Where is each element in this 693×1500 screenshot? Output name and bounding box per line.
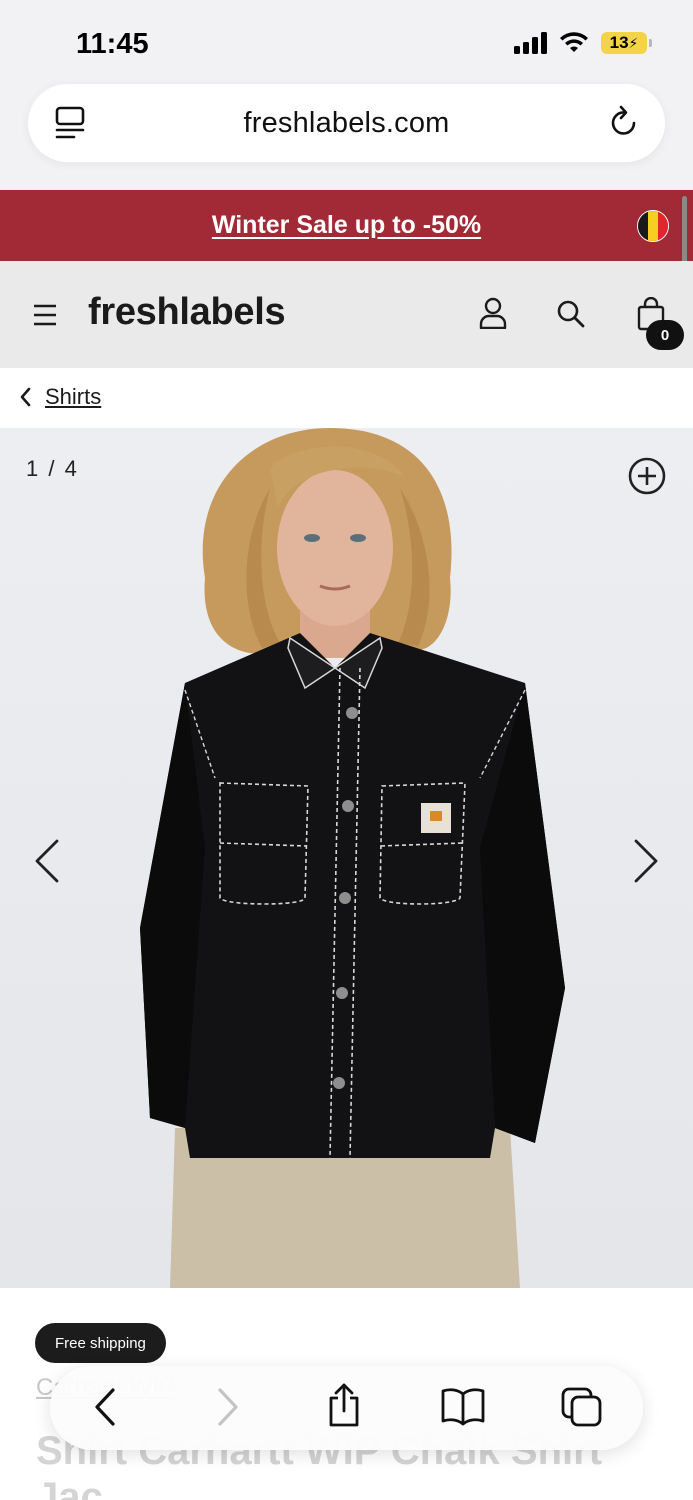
url-text: freshlabels.com (243, 106, 450, 139)
share-icon[interactable] (326, 1382, 362, 1428)
back-icon[interactable] (92, 1386, 118, 1428)
battery-level: 13 (609, 33, 629, 52)
zoom-plus-icon[interactable] (627, 456, 667, 496)
account-icon[interactable] (478, 297, 508, 329)
hamburger-menu-icon[interactable] (33, 303, 57, 327)
chevron-right-icon[interactable] (631, 838, 661, 884)
free-shipping-badge: Free shipping (35, 1323, 166, 1363)
status-indicators: 13 ⚡ (514, 32, 652, 54)
tabs-icon[interactable] (560, 1386, 604, 1428)
chevron-left-icon[interactable] (18, 386, 32, 408)
wifi-icon (560, 32, 588, 52)
promo-banner: Winter Sale up to -50% (0, 190, 693, 261)
belgium-flag-icon[interactable] (637, 210, 669, 242)
breadcrumb-shirts-link[interactable]: Shirts (45, 384, 101, 410)
battery-icon: 13 ⚡ (601, 32, 652, 54)
image-counter: 1 / 4 (26, 456, 79, 481)
promo-link[interactable]: Winter Sale up to -50% (212, 211, 481, 240)
reader-mode-icon[interactable] (54, 106, 86, 140)
breadcrumb: Shirts (0, 368, 693, 428)
forward-icon[interactable] (215, 1386, 241, 1428)
chevron-left-icon[interactable] (32, 838, 62, 884)
site-logo[interactable]: freshlabels (88, 291, 286, 334)
status-time: 11:45 (76, 28, 149, 60)
cellular-signal-icon (514, 32, 547, 54)
product-photo (140, 428, 565, 1288)
product-gallery[interactable]: 1 / 4 (0, 428, 693, 1288)
bookmarks-icon[interactable] (440, 1386, 486, 1426)
site-header: freshlabels (0, 261, 693, 368)
address-bar[interactable]: freshlabels.com (28, 84, 665, 162)
status-bar: 11:45 13 ⚡ (0, 0, 693, 80)
cart-count-badge: 0 (646, 320, 684, 350)
reload-icon[interactable] (607, 104, 641, 140)
browser-toolbar (50, 1366, 643, 1450)
search-icon[interactable] (556, 299, 586, 329)
